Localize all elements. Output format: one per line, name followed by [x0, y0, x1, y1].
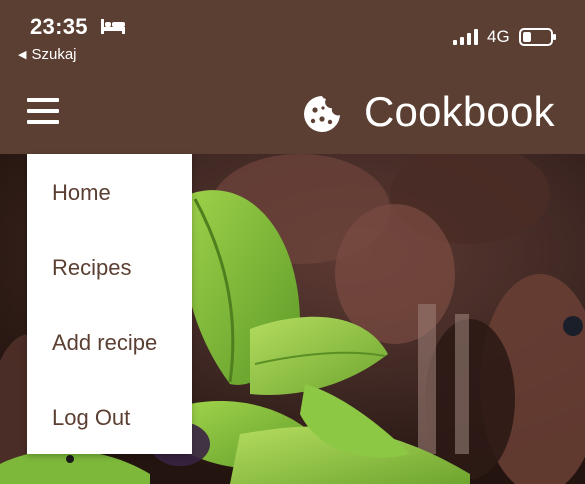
back-label: Szukaj [31, 46, 77, 63]
menu-item-home[interactable]: Home [27, 154, 192, 229]
app-screen: 23:35 ◀ Szukaj 4G Cookbook Home Recipes … [0, 0, 585, 484]
hamburger-line [27, 98, 59, 102]
back-to-search-link[interactable]: ◀ Szukaj [18, 46, 77, 63]
menu-item-label: Home [52, 180, 111, 205]
hamburger-menu-button[interactable] [27, 98, 61, 128]
hamburger-line [27, 120, 59, 124]
menu-item-label: Add recipe [52, 330, 158, 355]
menu-item-recipes[interactable]: Recipes [27, 229, 192, 304]
menu-item-label: Recipes [52, 255, 132, 280]
app-header: Cookbook [0, 76, 585, 154]
cookie-icon [304, 96, 340, 132]
nav-dropdown-menu: Home Recipes Add recipe Log Out [27, 154, 192, 454]
signal-strength-icon [453, 29, 478, 45]
menu-item-log-out[interactable]: Log Out [27, 379, 192, 454]
menu-item-label: Log Out [52, 405, 131, 430]
network-type: 4G [487, 27, 510, 46]
bed-icon [101, 19, 125, 34]
status-bar: 23:35 ◀ Szukaj 4G [0, 0, 585, 76]
status-time: 23:35 [30, 14, 88, 39]
battery-icon [519, 28, 556, 46]
app-title[interactable]: Cookbook [364, 88, 555, 136]
menu-item-add-recipe[interactable]: Add recipe [27, 304, 192, 379]
hamburger-line [27, 109, 59, 113]
back-triangle-icon: ◀ [18, 49, 27, 61]
